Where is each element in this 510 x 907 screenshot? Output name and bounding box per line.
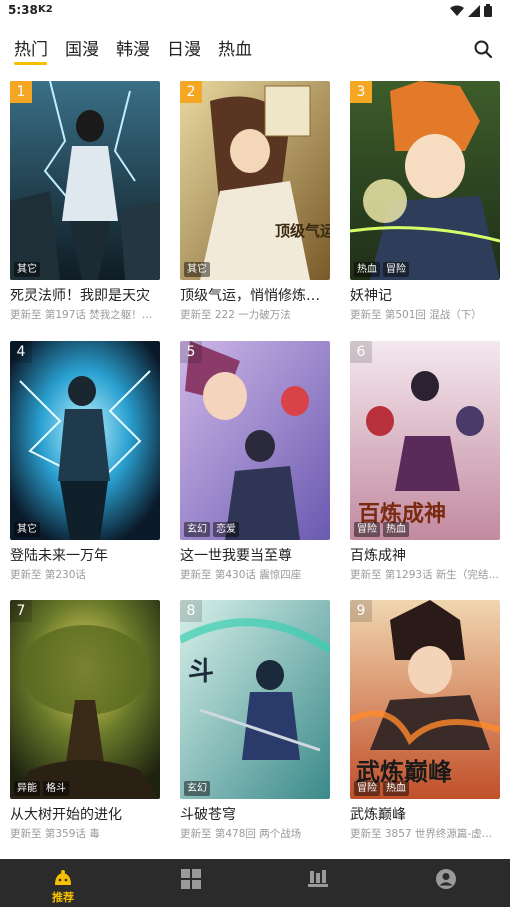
comic-title[interactable]: 妖神记 xyxy=(350,285,500,305)
wifi-icon xyxy=(450,5,464,16)
category-grid-icon xyxy=(181,869,201,889)
genre-tags: 异能 格斗 xyxy=(14,781,69,796)
battery-icon xyxy=(484,4,492,17)
comic-title[interactable]: 武炼巅峰 xyxy=(350,804,500,824)
comic-card[interactable]: 7 异能 格斗 从大树开始的进化 更新至 第359话 毒 xyxy=(10,600,160,845)
genre-tag: 其它 xyxy=(184,262,210,277)
category-tabs: 热门 国漫 韩漫 日漫 热血 xyxy=(0,22,510,68)
comic-cover[interactable]: 1 其它 xyxy=(10,81,160,280)
genre-tag: 冒险 xyxy=(383,262,409,277)
comic-card[interactable]: 武炼巅峰 9 冒险 热血 武炼巅峰 更新至 3857 世界终源篇-虚… xyxy=(350,600,500,845)
profile-icon xyxy=(436,869,456,889)
comic-cover[interactable]: 5 玄幻 恋爱 xyxy=(180,341,330,540)
comic-update: 更新至 第1293话 新生（完结… xyxy=(350,569,499,581)
genre-tags: 冒险 热血 xyxy=(354,522,409,537)
genre-tags: 玄幻 恋爱 xyxy=(184,522,239,537)
comic-card[interactable]: 1 其它 死灵法师！我即是天灾 更新至 第197话 焚我之躯！… xyxy=(10,81,160,326)
comic-update: 更新至 第230话 xyxy=(10,569,86,581)
active-tab-indicator xyxy=(14,62,47,65)
nav-bookshelf[interactable] xyxy=(278,859,358,907)
rank-badge: 8 xyxy=(180,600,202,622)
genre-tag: 热血 xyxy=(383,522,409,537)
tab-action[interactable]: 热血 xyxy=(218,35,252,60)
genre-tag: 异能 xyxy=(14,781,40,796)
rank-badge: 9 xyxy=(350,600,372,622)
genre-tag: 玄幻 xyxy=(184,522,210,537)
rank-badge: 5 xyxy=(180,341,202,363)
rank-badge: 4 xyxy=(10,341,32,363)
nav-profile[interactable] xyxy=(406,859,486,907)
genre-tags: 其它 xyxy=(14,262,40,277)
comic-update: 更新至 第478回 两个战场 xyxy=(180,828,302,840)
search-icon[interactable] xyxy=(473,39,493,59)
genre-tags: 其它 xyxy=(14,522,40,537)
tab-japanese-comics[interactable]: 日漫 xyxy=(167,35,201,60)
comic-update: 更新至 222 一力破万法 xyxy=(180,309,291,321)
status-icons xyxy=(450,4,492,17)
rank-badge: 1 xyxy=(10,81,32,103)
nav-category[interactable] xyxy=(151,859,231,907)
comic-title[interactable]: 顶级气运，悄悄修炼千年 xyxy=(180,285,330,305)
bottom-nav: 推荐 xyxy=(0,859,510,907)
genre-tags: 玄幻 xyxy=(184,781,210,796)
comic-card[interactable]: 顶级气运 2 其它 顶级气运，悄悄修炼千年 更新至 222 一力破万法 xyxy=(180,81,330,326)
comic-update: 更新至 第197话 焚我之躯！… xyxy=(10,309,153,321)
comic-card[interactable]: 斗 8 玄幻 斗破苍穹 更新至 第478回 两个战场 xyxy=(180,600,330,845)
rank-badge: 3 xyxy=(350,81,372,103)
comic-cover[interactable]: 7 异能 格斗 xyxy=(10,600,160,799)
comic-title[interactable]: 斗破苍穹 xyxy=(180,804,330,824)
comic-card[interactable]: 百炼成神 6 冒险 热血 百炼成神 更新至 第1293话 新生（完结… xyxy=(350,341,500,586)
tab-korean-comics[interactable]: 韩漫 xyxy=(116,35,150,60)
comic-title[interactable]: 死灵法师！我即是天灾 xyxy=(10,285,160,305)
genre-tags: 其它 xyxy=(184,262,210,277)
rank-badge: 7 xyxy=(10,600,32,622)
comic-cover[interactable]: 4 其它 xyxy=(10,341,160,540)
genre-tag: 其它 xyxy=(14,522,40,537)
genre-tag: 热血 xyxy=(354,262,380,277)
comic-card[interactable]: 5 玄幻 恋爱 这一世我要当至尊 更新至 第430话 震惊四座 xyxy=(180,341,330,586)
comic-update: 更新至 第501回 混战（下） xyxy=(350,309,482,321)
status-bar: 5:38 K2 xyxy=(0,0,510,22)
rank-badge: 2 xyxy=(180,81,202,103)
nav-recommend-label: 推荐 xyxy=(52,891,74,904)
genre-tag: 热血 xyxy=(383,781,409,796)
comic-update: 更新至 3857 世界终源篇-虚… xyxy=(350,828,493,840)
tab-chinese-comics[interactable]: 国漫 xyxy=(65,35,99,60)
svg-text:顶级气运: 顶级气运 xyxy=(275,222,330,240)
comic-card[interactable]: 4 其它 登陆未来一万年 更新至 第230话 xyxy=(10,341,160,586)
rank-badge: 6 xyxy=(350,341,372,363)
genre-tags: 热血 冒险 xyxy=(354,262,409,277)
comic-cover[interactable]: 百炼成神 6 冒险 热血 xyxy=(350,341,500,540)
status-carrier: K2 xyxy=(38,4,53,15)
svg-text:斗: 斗 xyxy=(188,657,214,687)
signal-icon xyxy=(468,4,480,17)
bookshelf-icon xyxy=(308,870,328,887)
comic-update: 更新至 第359话 毒 xyxy=(10,828,100,840)
tab-hot[interactable]: 热门 xyxy=(14,35,48,60)
genre-tag: 冒险 xyxy=(354,522,380,537)
comic-cover[interactable]: 顶级气运 2 其它 xyxy=(180,81,330,280)
genre-tag: 冒险 xyxy=(354,781,380,796)
status-time: 5:38 xyxy=(8,3,38,17)
genre-tag: 恋爱 xyxy=(213,522,239,537)
comic-cover[interactable]: 3 热血 冒险 xyxy=(350,81,500,280)
recommend-icon xyxy=(55,870,71,885)
comic-title[interactable]: 登陆未来一万年 xyxy=(10,545,160,565)
genre-tags: 冒险 热血 xyxy=(354,781,409,796)
comic-update: 更新至 第430话 震惊四座 xyxy=(180,569,302,581)
comic-title[interactable]: 这一世我要当至尊 xyxy=(180,545,330,565)
comic-cover[interactable]: 武炼巅峰 9 冒险 热血 xyxy=(350,600,500,799)
genre-tag: 格斗 xyxy=(43,781,69,796)
comic-title[interactable]: 从大树开始的进化 xyxy=(10,804,160,824)
genre-tag: 玄幻 xyxy=(184,781,210,796)
nav-recommend[interactable]: 推荐 xyxy=(23,859,103,907)
genre-tag: 其它 xyxy=(14,262,40,277)
comic-card[interactable]: 3 热血 冒险 妖神记 更新至 第501回 混战（下） xyxy=(350,81,500,326)
comic-cover[interactable]: 斗 8 玄幻 xyxy=(180,600,330,799)
comic-title[interactable]: 百炼成神 xyxy=(350,545,500,565)
